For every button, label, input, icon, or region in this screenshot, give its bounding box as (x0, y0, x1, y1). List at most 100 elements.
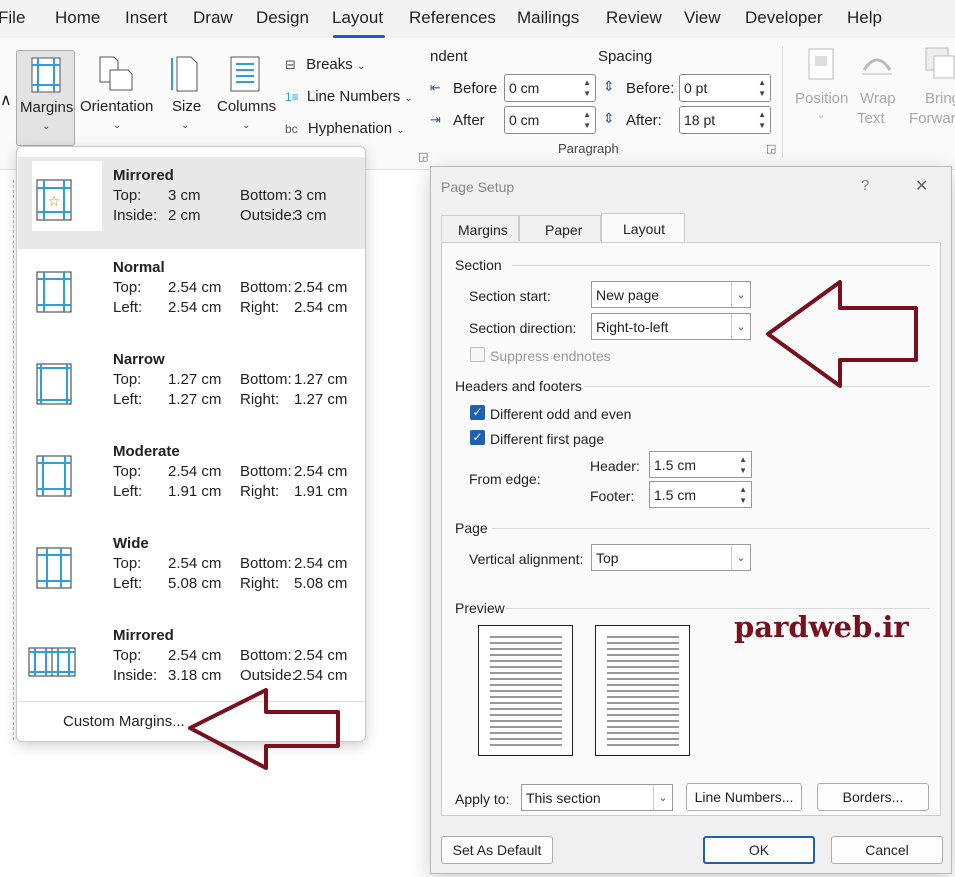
spacing-before-field[interactable]: 0 pt ▲ ▼ (679, 74, 771, 102)
preview-page-left (478, 625, 573, 756)
option-key: Right: (240, 483, 280, 500)
help-icon[interactable]: ? (861, 177, 869, 194)
chevron-down-icon: ⌄ (113, 120, 122, 131)
chevron-down-icon: ⌄ (653, 785, 672, 810)
borders-button[interactable]: Borders... (817, 783, 929, 811)
option-value: 2.54 cm (294, 299, 348, 316)
section-start-select[interactable]: New page ⌄ (591, 281, 751, 308)
option-value: 3 cm (294, 207, 327, 224)
menu-references[interactable]: References (409, 8, 496, 28)
different-first-page-checkbox[interactable]: ✓ (470, 430, 485, 445)
menu-file[interactable]: File (0, 8, 25, 28)
close-icon[interactable]: ✕ (915, 176, 928, 196)
suppress-endnotes-label: Suppress endnotes (490, 348, 611, 364)
custom-margins-item[interactable]: Custom Margins... (63, 713, 185, 730)
cancel-button[interactable]: Cancel (831, 836, 943, 864)
margin-option-mirrored-last[interactable]: ☆ Mirrored Top: 3 cm Bottom: 3 cm Inside… (18, 157, 365, 249)
spinner-icon[interactable]: ▲ ▼ (739, 454, 747, 476)
option-title: Wide (113, 535, 149, 552)
menu-layout[interactable]: Layout (332, 8, 383, 28)
line-numbers-button[interactable]: 1≡ Line Numbers ⌄ (285, 88, 413, 105)
spinner-icon[interactable]: ▲ ▼ (583, 109, 591, 131)
spinner-icon[interactable]: ▲ ▼ (758, 77, 766, 99)
spinner-icon[interactable]: ▲ ▼ (583, 77, 591, 99)
option-key: Top: (113, 463, 142, 480)
tab-label: Layout (623, 221, 666, 237)
size-icon (171, 56, 198, 92)
section-direction-select[interactable]: Right-to-left ⌄ (591, 313, 751, 340)
suppress-endnotes-checkbox[interactable] (470, 347, 485, 362)
different-first-page-label: Different first page (490, 431, 605, 447)
moderate-margin-icon (36, 455, 72, 497)
page-setup-launcher-icon[interactable]: ◲ (418, 150, 428, 163)
annotation-arrow-left-icon (188, 688, 340, 770)
breaks-button[interactable]: ⊟ Breaks ⌄ (285, 56, 365, 73)
line-numbers-label: Line Numbers (306, 88, 401, 105)
header-distance-input[interactable]: 1.5 cm ▲ ▼ (649, 451, 752, 478)
different-odd-even-checkbox[interactable]: ✓ (470, 405, 485, 420)
wrap-text-label-1: Wrap (860, 90, 896, 107)
option-key: Inside: (113, 667, 158, 684)
menu-view[interactable]: View (684, 8, 721, 28)
margin-option-wide[interactable]: Wide Top: 2.54 cm Bottom: 2.54 cm Left: … (18, 525, 365, 617)
margin-option-narrow[interactable]: Narrow Top: 1.27 cm Bottom: 1.27 cm Left… (18, 341, 365, 433)
option-value: 1.91 cm (294, 483, 348, 500)
ok-button[interactable]: OK (703, 836, 815, 864)
tab-layout[interactable]: Layout (601, 213, 685, 243)
watermark-text: pardweb.ir (734, 610, 909, 644)
menu-help[interactable]: Help (847, 8, 882, 28)
tab-paper[interactable]: Paper (519, 215, 601, 241)
option-value: 3.18 cm (168, 667, 222, 684)
indent-after-value: 0 cm (509, 112, 540, 128)
indent-before-field[interactable]: 0 cm ▲ ▼ (504, 74, 596, 102)
tab-margins[interactable]: Margins (441, 215, 519, 241)
option-value: 2 cm (168, 207, 201, 224)
option-value: 1.91 cm (168, 483, 222, 500)
indent-after-field[interactable]: 0 cm ▲ ▼ (504, 106, 596, 134)
section-start-value: New page (596, 287, 660, 303)
chevron-down-icon: ⌄ (181, 120, 190, 131)
menu-insert[interactable]: Insert (125, 8, 168, 28)
option-value: 2.54 cm (168, 299, 222, 316)
option-key: Left: (113, 299, 143, 316)
option-key: Bottom: (240, 647, 292, 664)
margin-option-moderate[interactable]: Moderate Top: 2.54 cm Bottom: 2.54 cm Le… (18, 433, 365, 525)
menu-draw[interactable]: Draw (193, 8, 233, 28)
footer-distance-value: 1.5 cm (654, 487, 697, 503)
menu-design[interactable]: Design (256, 8, 309, 28)
apply-to-value: This section (526, 790, 601, 806)
vertical-alignment-label: Vertical alignment: (469, 551, 584, 567)
menu-developer[interactable]: Developer (745, 8, 823, 28)
hyphenation-button[interactable]: bc Hyphenation ⌄ (285, 120, 405, 137)
spacing-after-field[interactable]: 18 pt ▲ ▼ (679, 106, 771, 134)
wrap-text-icon (862, 58, 892, 75)
line-numbers-button[interactable]: Line Numbers... (686, 783, 802, 811)
size-button[interactable]: Size ⌄ (163, 50, 208, 146)
option-value: 2.54 cm (168, 279, 222, 296)
menu-mailings[interactable]: Mailings (517, 8, 579, 28)
section-start-label: Section start: (469, 288, 551, 304)
menu-review[interactable]: Review (606, 8, 662, 28)
set-as-default-button[interactable]: Set As Default (441, 836, 553, 864)
breaks-icon: ⊟ (285, 57, 296, 72)
orientation-button[interactable]: Orientation ⌄ (80, 50, 158, 146)
menu-home[interactable]: Home (55, 8, 100, 28)
apply-to-select[interactable]: This section ⌄ (521, 784, 673, 811)
vertical-alignment-select[interactable]: Top ⌄ (591, 544, 751, 571)
footer-distance-input[interactable]: 1.5 cm ▲ ▼ (649, 481, 752, 508)
option-value: 5.08 cm (294, 575, 348, 592)
option-value: 2.54 cm (294, 667, 348, 684)
columns-icon (230, 56, 260, 92)
vertical-alignment-value: Top (596, 550, 619, 566)
option-title: Narrow (113, 351, 165, 368)
margins-button[interactable]: Margins ⌄ (16, 50, 75, 146)
margin-option-normal[interactable]: Normal Top: 2.54 cm Bottom: 2.54 cm Left… (18, 249, 365, 341)
spinner-icon[interactable]: ▲ ▼ (758, 109, 766, 131)
page-group-label: Page (455, 520, 488, 536)
paragraph-launcher-icon[interactable]: ◲ (766, 142, 776, 155)
dialog-title: Page Setup (441, 179, 515, 195)
section-direction-label: Section direction: (469, 320, 577, 336)
margins-dropdown: ☆ Mirrored Top: 3 cm Bottom: 3 cm Inside… (16, 146, 366, 742)
columns-button[interactable]: Columns ⌄ (214, 50, 278, 146)
spinner-icon[interactable]: ▲ ▼ (739, 484, 747, 506)
